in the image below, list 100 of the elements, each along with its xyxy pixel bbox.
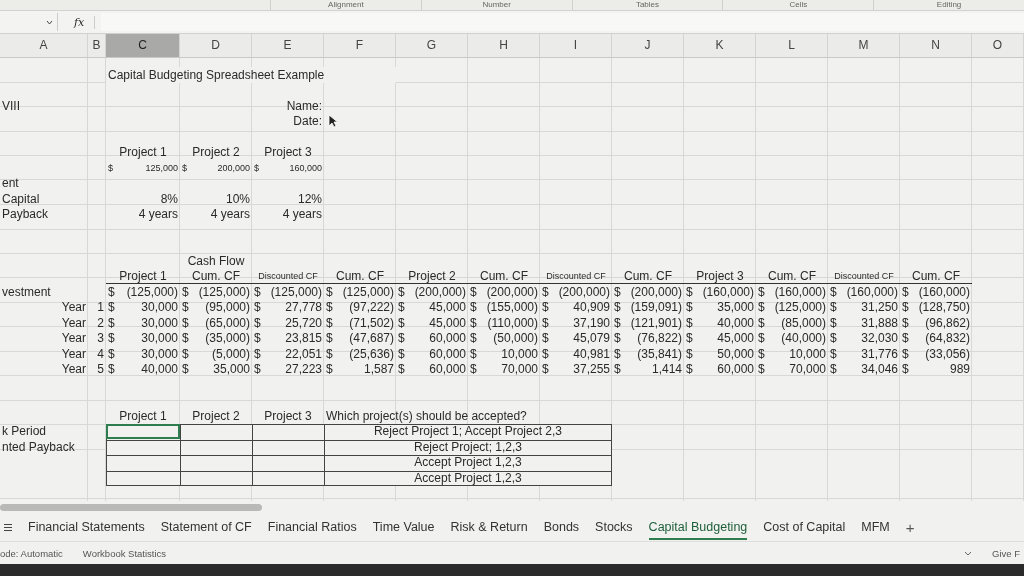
sheet-cell-text: Project 1 <box>118 408 168 424</box>
sheet-cell-text: Cash Flow <box>186 253 246 269</box>
sheet-cell-text: Project 3 <box>263 144 313 160</box>
sheet-tab[interactable]: Cost of Capital <box>763 514 846 540</box>
column-header[interactable]: H <box>468 34 540 57</box>
sheet-cell-text: $ 34,046 <box>829 361 899 377</box>
sheet-cell-text: 3 <box>96 330 105 346</box>
sheet-cell-text: $ 45,000 <box>685 330 755 346</box>
sheet-cell-text: $ 35,000 <box>181 361 251 377</box>
column-heading: Discounted CF <box>828 268 900 284</box>
sheet-cell-text: $ (160,000) <box>901 284 971 300</box>
sheet-cell-text: $ (50,000) <box>469 330 539 346</box>
ribbon-group-label: Tables <box>571 0 723 10</box>
sheet-cell-text: $ (160,000) <box>757 284 827 300</box>
column-header[interactable]: G <box>396 34 468 57</box>
column-header[interactable]: O <box>972 34 1024 57</box>
sheet-cell-text: nted Payback <box>1 439 76 455</box>
sheet-tab[interactable]: Statement of CF <box>160 514 252 540</box>
ribbon-group-label: Alignment <box>270 0 421 10</box>
sheet-cell-text: $ 30,000 <box>107 299 179 315</box>
sheet-cell-text: $ (125,000) <box>325 284 395 300</box>
sheet-cell-text: $ (159,091) <box>613 299 683 315</box>
sheet-cell-text: $ (71,502) <box>325 315 395 331</box>
sheet-tab[interactable]: Capital Budgeting <box>648 514 748 540</box>
sheet-cell-text: $ 1,414 <box>613 361 683 377</box>
column-heading: Discounted CF <box>540 268 612 284</box>
sheet-cell-text: $ 200,000 <box>181 161 251 175</box>
column-header[interactable]: I <box>540 34 612 57</box>
sheet-cell-text: $ 30,000 <box>107 315 179 331</box>
selected-cell[interactable] <box>106 423 180 439</box>
column-header[interactable]: M <box>828 34 900 57</box>
sheet-cell-text: $ 45,000 <box>397 315 467 331</box>
ribbon-group-label: Editing <box>873 0 1024 10</box>
column-heading: Cum. CF <box>180 268 252 284</box>
sheet-tab[interactable]: MFM <box>861 514 890 540</box>
column-heading: Cum. CF <box>468 268 540 284</box>
sheet-cell-text: $ 31,250 <box>829 299 899 315</box>
sheet-cell-text: $ (5,000) <box>181 346 251 362</box>
sheet-cell-text: VIII <box>1 98 21 114</box>
column-header[interactable]: D <box>180 34 252 57</box>
sheet-tab[interactable]: Financial Ratios <box>267 514 357 540</box>
sheet-tab[interactable]: Risk & Return <box>450 514 528 540</box>
sheet-cell-text: $ (64,832) <box>901 330 971 346</box>
caret-icon[interactable] <box>964 550 972 556</box>
column-header[interactable]: J <box>612 34 684 57</box>
sheet-cell-text: Year <box>60 299 87 315</box>
ribbon-group-label: Number <box>420 0 572 10</box>
feedback-link[interactable]: Give F <box>992 547 1020 559</box>
sheet-cell-text: 4 years <box>281 206 323 222</box>
function-button[interactable]: fx <box>64 15 96 29</box>
column-header[interactable]: F <box>324 34 396 57</box>
column-heading: Discounted CF <box>252 268 324 284</box>
sheet-cell-text: $ (200,000) <box>469 284 539 300</box>
sheet-tab[interactable]: Bonds <box>543 514 580 540</box>
sheet-tab[interactable]: Stocks <box>595 514 633 540</box>
sheet-cell-text: $ 125,000 <box>107 161 179 175</box>
column-header[interactable]: K <box>684 34 756 57</box>
sheet-cell-text: $ (125,000) <box>757 299 827 315</box>
menu-icon[interactable] <box>4 522 12 532</box>
add-sheet-button[interactable]: + <box>905 518 915 536</box>
scrollbar-thumb[interactable] <box>0 503 262 511</box>
sheet-tab[interactable]: Time Value <box>372 514 435 540</box>
column-heading: Project 3 <box>684 268 756 284</box>
column-header[interactable]: A <box>0 34 88 57</box>
sheet-cell-text: Date: <box>292 113 323 129</box>
sheet-cell-text: $ 70,000 <box>757 361 827 377</box>
sheet-cell-text: 4 years <box>137 206 179 222</box>
sheet-cell-text: $ (35,841) <box>613 346 683 362</box>
sheet-cell-text: $ 60,000 <box>397 346 467 362</box>
column-header[interactable]: N <box>900 34 972 57</box>
status-text: ode: Automatic <box>0 547 63 559</box>
column-header[interactable]: C <box>106 34 180 57</box>
sheet-cell-text: $ 60,000 <box>397 330 467 346</box>
sheet-cell-text: $ 27,223 <box>253 361 323 377</box>
sheet-cell-text: $ (35,000) <box>181 330 251 346</box>
sheet-cell-text: $ 1,587 <box>325 361 395 377</box>
sheet-cell-text: 10% <box>224 191 251 207</box>
answer-cell[interactable]: Accept Project 1,2,3 <box>324 470 612 486</box>
answer-cell[interactable]: Reject Project 1; Accept Project 2,3 <box>324 423 612 439</box>
sheet-cell-text: $ 35,000 <box>685 299 755 315</box>
sheet-cell-text: $ 160,000 <box>253 161 323 175</box>
sheet-cell-text: $ (200,000) <box>397 284 467 300</box>
column-heading: Project 1 <box>106 268 180 284</box>
sheet-cell-text: $ 23,815 <box>253 330 323 346</box>
sheet-cell-text: $ 31,776 <box>829 346 899 362</box>
sheet-cell-text: Year <box>60 315 87 331</box>
answer-cell[interactable]: Reject Project; 1,2,3 <box>324 439 612 455</box>
sheet-cell-text: $ 30,000 <box>107 346 179 362</box>
answer-cell[interactable]: Accept Project 1,2,3 <box>324 454 612 470</box>
sheet-cell-text: $ (85,000) <box>757 315 827 331</box>
sheet-cell-text: $ 37,190 <box>541 315 611 331</box>
sheet-cell-text: $ (160,000) <box>829 284 899 300</box>
sheet-tab[interactable]: Financial Statements <box>28 514 145 540</box>
sheet-cell-text: 5 <box>96 361 105 377</box>
column-heading: Cum. CF <box>900 268 972 284</box>
mouse-pointer-icon <box>328 114 338 129</box>
sheet-cell-text: k Period <box>1 423 48 439</box>
sheet-cell-text: $ (200,000) <box>613 284 683 300</box>
column-header[interactable]: E <box>252 34 324 57</box>
column-header[interactable]: L <box>756 34 828 57</box>
